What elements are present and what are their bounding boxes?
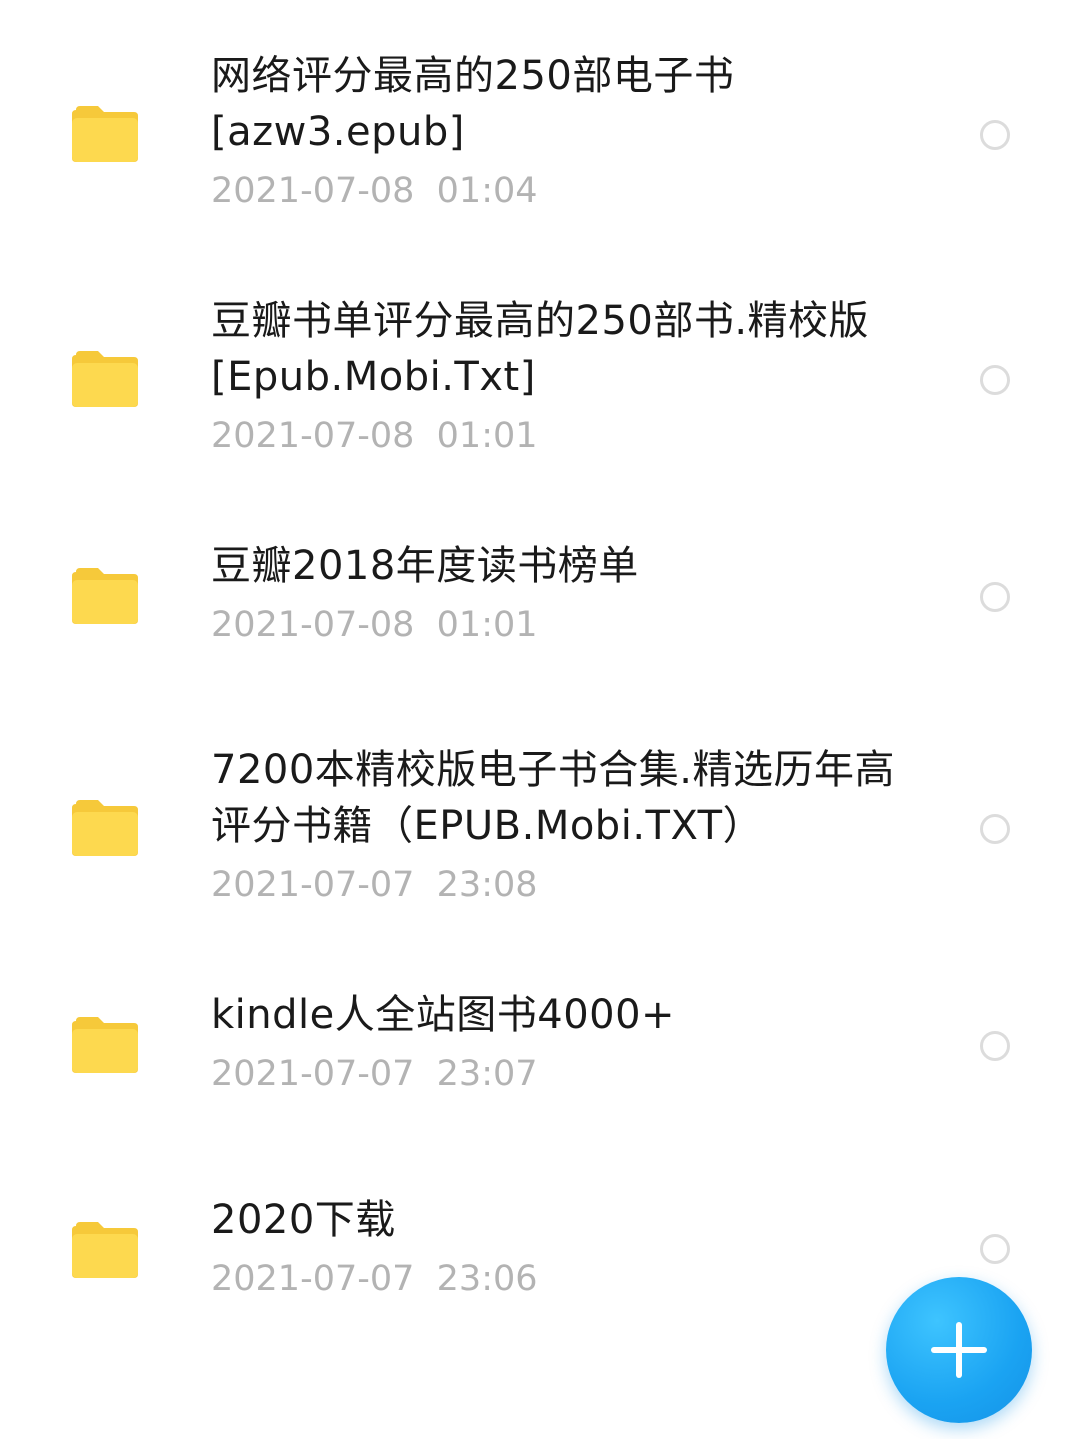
radio-circle-icon[interactable] bbox=[980, 120, 1010, 150]
radio-circle-icon[interactable] bbox=[980, 814, 1010, 844]
folder-icon bbox=[72, 1222, 138, 1278]
folder-icon bbox=[72, 568, 138, 624]
list-item[interactable]: 豆瓣2018年度读书榜单 2021-07-08 01:01 bbox=[0, 538, 1080, 668]
radio-circle-icon[interactable] bbox=[980, 1234, 1010, 1264]
file-date: 2021-07-07 23:06 bbox=[211, 1259, 538, 1299]
file-date: 2021-07-08 01:01 bbox=[211, 605, 538, 645]
list-item[interactable]: 豆瓣书单评分最高的250部书.精校版 [Epub.Mobi.Txt] 2021-… bbox=[0, 293, 1080, 483]
file-name: 网络评分最高的250部电子书 [azw3.epub] bbox=[211, 53, 735, 155]
plus-icon bbox=[956, 1322, 962, 1378]
file-date: 2021-07-07 23:08 bbox=[211, 865, 538, 905]
list-item[interactable]: kindle人全站图书4000+ 2021-07-07 23:07 bbox=[0, 987, 1080, 1117]
radio-circle-icon[interactable] bbox=[980, 365, 1010, 395]
folder-icon bbox=[72, 351, 138, 407]
file-name: 7200本精校版电子书合集.精选历年高 评分书籍（EPUB.Mobi.TXT） bbox=[211, 747, 896, 849]
list-item[interactable]: 网络评分最高的250部电子书 [azw3.epub] 2021-07-08 01… bbox=[0, 48, 1080, 238]
file-name: kindle人全站图书4000+ bbox=[211, 992, 676, 1038]
file-date: 2021-07-07 23:07 bbox=[211, 1054, 538, 1094]
folder-icon bbox=[72, 1017, 138, 1073]
folder-icon bbox=[72, 106, 138, 162]
list-item[interactable]: 7200本精校版电子书合集.精选历年高 评分书籍（EPUB.Mobi.TXT） … bbox=[0, 742, 1080, 932]
file-date: 2021-07-08 01:04 bbox=[211, 171, 538, 211]
file-name: 豆瓣2018年度读书榜单 bbox=[211, 543, 639, 589]
radio-circle-icon[interactable] bbox=[980, 1031, 1010, 1061]
folder-icon bbox=[72, 800, 138, 856]
file-name: 豆瓣书单评分最高的250部书.精校版 [Epub.Mobi.Txt] bbox=[211, 298, 870, 400]
add-button[interactable] bbox=[886, 1277, 1032, 1423]
file-date: 2021-07-08 01:01 bbox=[211, 416, 538, 456]
radio-circle-icon[interactable] bbox=[980, 582, 1010, 612]
file-name: 2020下载 bbox=[211, 1197, 396, 1243]
